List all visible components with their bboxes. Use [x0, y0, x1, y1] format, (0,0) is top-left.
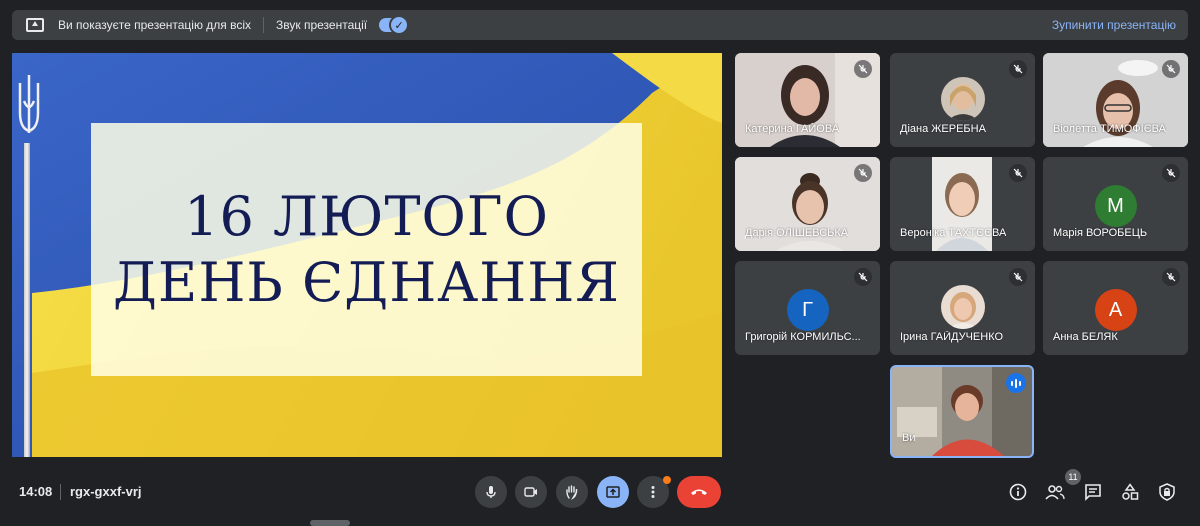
- participant-tile[interactable]: М Марія ВОРОБЕЦЬ: [1043, 157, 1188, 251]
- participant-name: Діана ЖЕРЕБНА: [900, 123, 986, 135]
- avatar: [940, 77, 985, 121]
- host-controls-button[interactable]: [1155, 480, 1179, 504]
- present-icon: [606, 486, 620, 498]
- mic-off-icon: [1162, 268, 1180, 286]
- meet-window: Ви показуєте презентацію для всіх Звук п…: [0, 0, 1200, 526]
- scrollbar-thumb[interactable]: [310, 520, 350, 526]
- meeting-code: rgx-gxxf-vrj: [70, 484, 142, 499]
- people-icon: [1045, 485, 1065, 500]
- participant-name: Григорій КОРМИЛЬС...: [745, 331, 861, 343]
- raise-hand-button[interactable]: [556, 476, 588, 508]
- participant-name: Марія ВОРОБЕЦЬ: [1053, 227, 1148, 239]
- presentation-bar: Ви показуєте презентацію для всіх Звук п…: [12, 10, 1188, 40]
- camera-icon: [524, 487, 537, 497]
- speaking-indicator-icon: [1006, 373, 1026, 393]
- participant-tile[interactable]: Дарія ОЛІШЕВСЬКА: [735, 157, 880, 251]
- participant-tile[interactable]: Вероніка ТАХТЄЄВА: [890, 157, 1035, 251]
- chat-button[interactable]: [1081, 480, 1105, 504]
- participant-name: Ви: [902, 432, 916, 444]
- people-count-badge: 11: [1065, 469, 1081, 485]
- mic-off-icon: [854, 60, 872, 78]
- mic-off-icon: [854, 268, 872, 286]
- mic-off-icon: [1009, 268, 1027, 286]
- divider: [60, 484, 61, 500]
- present-now-button[interactable]: [597, 476, 629, 508]
- divider: [263, 17, 265, 33]
- notification-dot: [663, 476, 671, 484]
- slide-title-line-2: ДЕНЬ ЄДНАННЯ: [113, 250, 620, 314]
- present-to-all-icon: [26, 18, 44, 32]
- mic-icon: [486, 486, 496, 498]
- stop-presenting-button[interactable]: Зупинити презентацію: [1052, 18, 1176, 32]
- participant-tile[interactable]: Віолетта ТИМОФІЄВА: [1043, 53, 1188, 147]
- camera-button[interactable]: [515, 476, 547, 508]
- participant-name: Віолетта ТИМОФІЄВА: [1053, 123, 1166, 135]
- more-vert-icon: [651, 486, 655, 498]
- participant-tile[interactable]: Катерина ГАЙОВА: [735, 53, 880, 147]
- avatar: М: [1094, 185, 1137, 227]
- participant-name: Вероніка ТАХТЄЄВА: [900, 227, 1007, 239]
- avatar: [940, 285, 985, 329]
- mic-off-icon: [1162, 164, 1180, 182]
- mic-off-icon: [1162, 60, 1180, 78]
- call-end-icon: [691, 489, 707, 495]
- slide-title-box: 16 ЛЮТОГО ДЕНЬ ЄДНАННЯ: [91, 123, 642, 376]
- self-view-tile[interactable]: Ви: [890, 365, 1034, 458]
- participant-name: Дарія ОЛІШЕВСЬКА: [745, 227, 849, 239]
- info-icon: [1009, 483, 1027, 501]
- meeting-time: 14:08: [19, 484, 53, 499]
- leave-call-button[interactable]: [677, 476, 721, 508]
- mic-off-icon: [1009, 164, 1027, 182]
- activities-icon: [1122, 483, 1139, 500]
- presentation-sound-toggle[interactable]: ✓: [379, 15, 410, 35]
- meeting-details-button[interactable]: [1006, 480, 1030, 504]
- presenting-message: Ви показуєте презентацію для всіх: [58, 18, 252, 32]
- participant-name: Ірина ГАЙДУЧЕНКО: [900, 331, 1004, 343]
- participant-tile[interactable]: А Анна БЕЛЯК: [1043, 261, 1188, 355]
- more-options-button[interactable]: [637, 476, 671, 508]
- presentation-slide: 16 ЛЮТОГО ДЕНЬ ЄДНАННЯ: [12, 53, 722, 457]
- participant-name: Анна БЕЛЯК: [1053, 331, 1118, 343]
- participant-tile[interactable]: Г Григорій КОРМИЛЬС...: [735, 261, 880, 355]
- lock-icon: [1159, 483, 1175, 501]
- microphone-button[interactable]: [475, 476, 507, 508]
- chat-icon: [1085, 484, 1101, 501]
- bottom-toolbar: 14:08 rgx-gxxf-vrj 11: [0, 469, 1200, 516]
- avatar: А: [1094, 289, 1137, 331]
- participant-tile[interactable]: Діана ЖЕРЕБНА: [890, 53, 1035, 147]
- presentation-sound-label: Звук презентації: [276, 18, 368, 32]
- check-icon: ✓: [389, 15, 410, 35]
- trident-emblem-icon: [18, 75, 40, 133]
- avatar: Г: [786, 289, 829, 331]
- participant-tile[interactable]: Ірина ГАЙДУЧЕНКО: [890, 261, 1035, 355]
- people-button[interactable]: 11: [1043, 469, 1081, 504]
- slide-title-line-1: 16 ЛЮТОГО: [184, 184, 549, 248]
- mic-off-icon: [854, 164, 872, 182]
- mic-off-icon: [1009, 60, 1027, 78]
- activities-button[interactable]: [1118, 480, 1142, 504]
- participant-name: Катерина ГАЙОВА: [745, 123, 840, 135]
- raise-hand-icon: [566, 485, 578, 500]
- flag-pole: [24, 143, 30, 457]
